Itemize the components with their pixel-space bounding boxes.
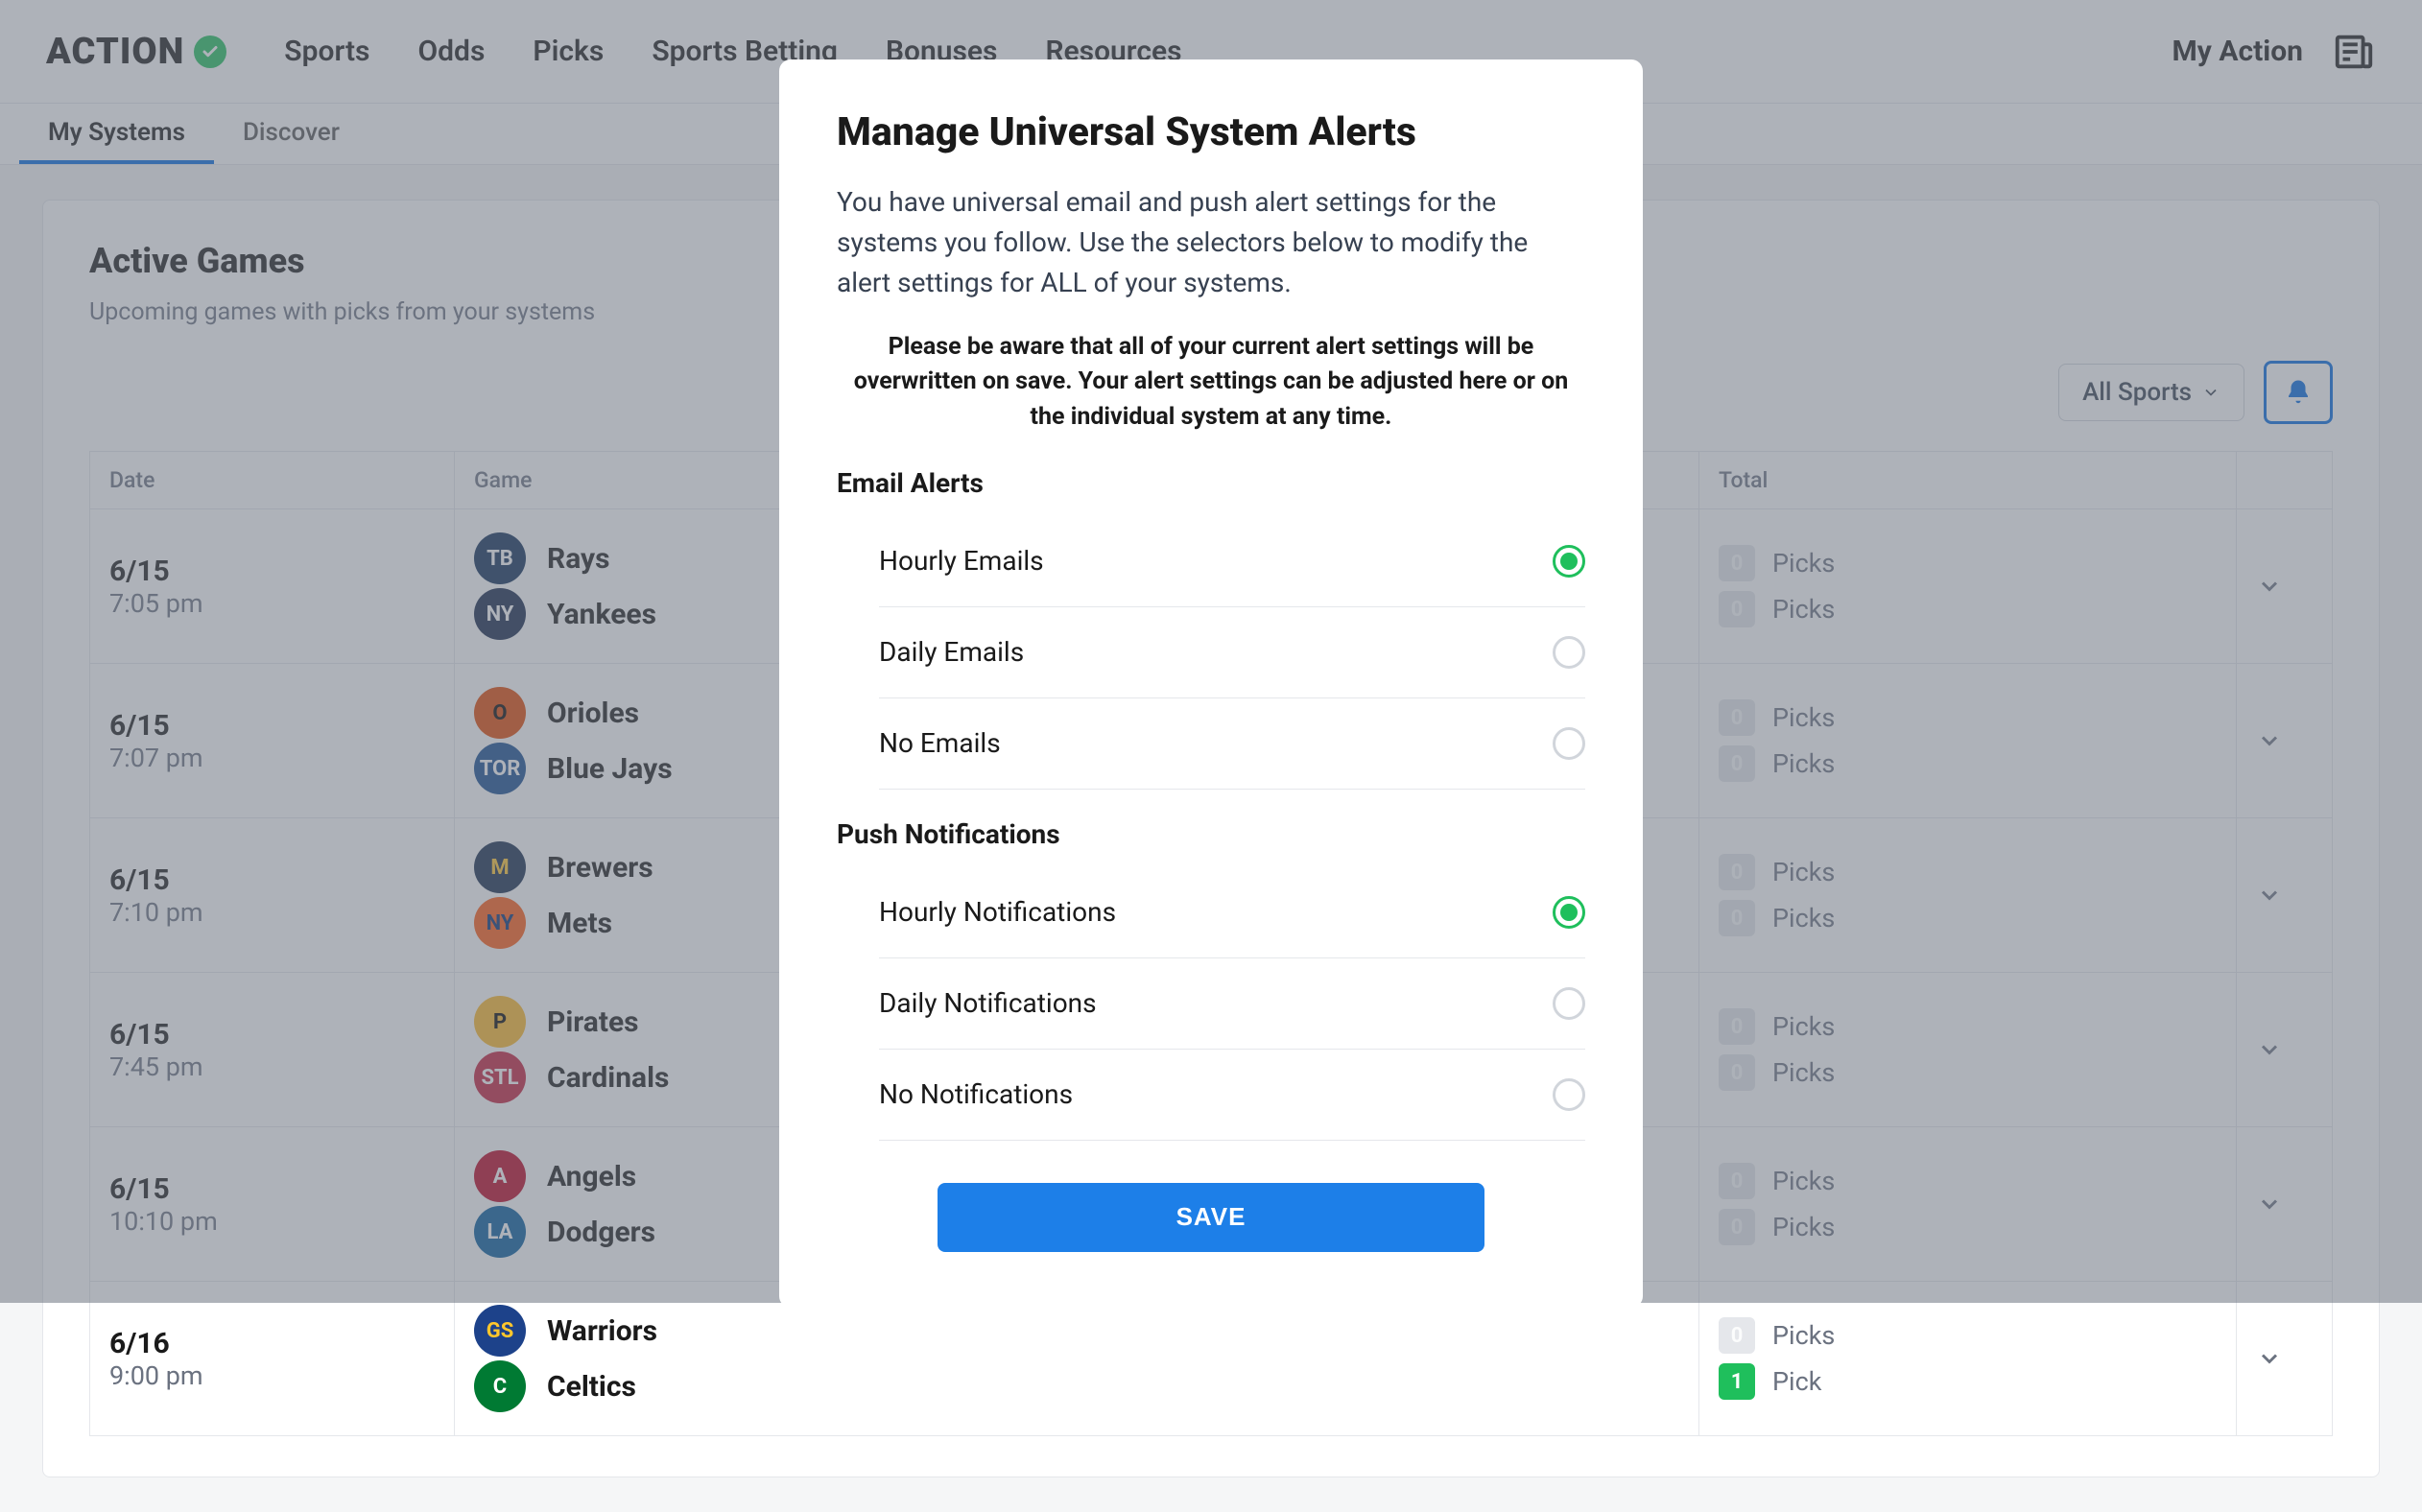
push-alert-option[interactable]: Hourly Notifications	[879, 867, 1585, 958]
save-button[interactable]: SAVE	[938, 1183, 1484, 1252]
radio-icon	[1553, 545, 1585, 578]
email-alert-option[interactable]: No Emails	[879, 698, 1585, 790]
push-alert-option[interactable]: Daily Notifications	[879, 958, 1585, 1050]
modal-warning: Please be aware that all of your current…	[837, 330, 1585, 435]
picks-label: Pick	[1772, 1366, 1821, 1397]
radio-icon	[1553, 1078, 1585, 1111]
option-label: No Notifications	[879, 1078, 1073, 1110]
option-label: Hourly Emails	[879, 545, 1044, 577]
email-alert-option[interactable]: Hourly Emails	[879, 516, 1585, 607]
radio-icon	[1553, 896, 1585, 929]
option-label: Daily Notifications	[879, 987, 1097, 1019]
game-date: 6/16	[109, 1327, 435, 1360]
push-section-label: Push Notifications	[837, 818, 1585, 850]
email-section-label: Email Alerts	[837, 467, 1585, 499]
picks-count-badge: 0	[1719, 1317, 1755, 1354]
team-logo-icon: GS	[474, 1305, 526, 1357]
option-label: Hourly Notifications	[879, 896, 1116, 928]
radio-icon	[1553, 987, 1585, 1020]
chevron-down-icon[interactable]	[2256, 1345, 2313, 1372]
push-alert-option[interactable]: No Notifications	[879, 1050, 1585, 1141]
radio-icon	[1553, 727, 1585, 760]
option-label: Daily Emails	[879, 636, 1024, 668]
team-name: Warriors	[547, 1314, 657, 1348]
picks-count-badge: 1	[1719, 1363, 1755, 1400]
picks-label: Picks	[1772, 1320, 1835, 1351]
team-logo-icon: C	[474, 1360, 526, 1412]
email-alert-option[interactable]: Daily Emails	[879, 607, 1585, 698]
alerts-modal: Manage Universal System Alerts You have …	[779, 59, 1643, 1308]
radio-icon	[1553, 636, 1585, 669]
game-time: 9:00 pm	[109, 1360, 435, 1391]
modal-overlay[interactable]: Manage Universal System Alerts You have …	[0, 0, 2422, 1303]
modal-description: You have universal email and push alert …	[837, 182, 1585, 303]
modal-title: Manage Universal System Alerts	[837, 109, 1585, 155]
option-label: No Emails	[879, 727, 1001, 759]
team-name: Celtics	[547, 1370, 636, 1404]
